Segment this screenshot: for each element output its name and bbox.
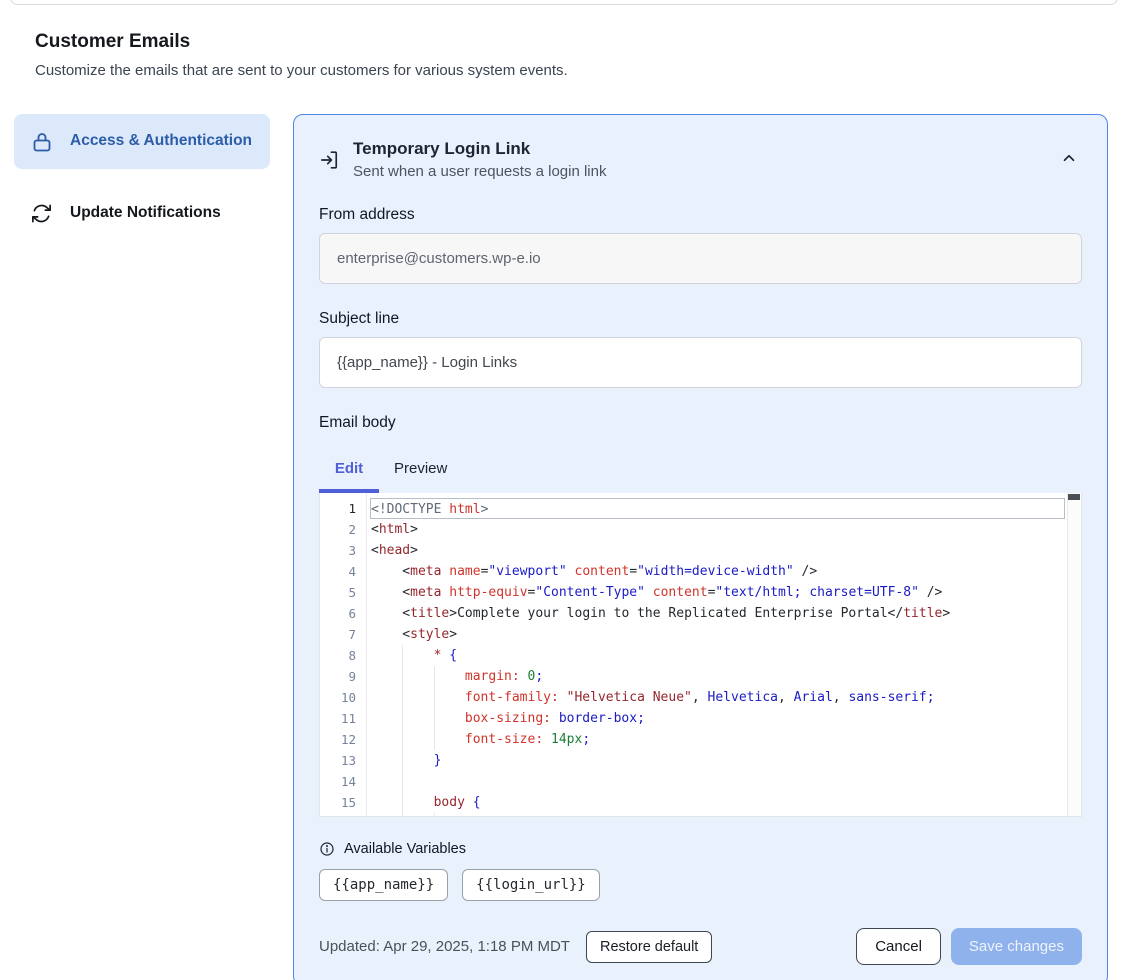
variable-chip[interactable]: {{app_name}}	[319, 869, 448, 901]
from-address-input	[319, 233, 1082, 284]
line-number: 4	[320, 561, 366, 582]
line-number: 8	[320, 645, 366, 666]
sidebar-item-update-notifications[interactable]: Update Notifications	[14, 186, 270, 241]
line-number: 13	[320, 750, 366, 771]
sidebar-item-access-authentication[interactable]: Access & Authentication	[14, 114, 270, 169]
save-changes-button[interactable]: Save changes	[951, 928, 1082, 965]
line-number: 7	[320, 624, 366, 645]
subject-line-label: Subject line	[319, 310, 1082, 328]
code-line: body {	[371, 792, 1065, 813]
restore-default-button[interactable]: Restore default	[586, 931, 712, 963]
line-number: 1	[320, 498, 366, 519]
code-line: margin: 0;	[371, 666, 1065, 687]
code-line: font-family: "Helvetica Neue", Helvetica…	[371, 687, 1065, 708]
email-settings-panel: Temporary Login Link Sent when a user re…	[293, 114, 1108, 980]
code-line: * {	[371, 645, 1065, 666]
page-title: Customer Emails	[35, 31, 1128, 53]
line-number: 2	[320, 519, 366, 540]
line-number: 15	[320, 792, 366, 813]
panel-title: Temporary Login Link	[353, 139, 1044, 159]
subject-line-input[interactable]	[319, 337, 1082, 388]
editor-scrollbar[interactable]	[1067, 493, 1081, 816]
cancel-button[interactable]: Cancel	[856, 928, 941, 965]
code-line: <style>	[371, 624, 1065, 645]
line-number: 6	[320, 603, 366, 624]
line-number: 11	[320, 708, 366, 729]
sidebar: Access & Authentication Update Notificati…	[14, 114, 270, 241]
sidebar-item-label: Access & Authentication	[70, 129, 252, 153]
code-line: }	[371, 750, 1065, 771]
code-line: <meta http-equiv="Content-Type" content=…	[371, 582, 1065, 603]
panel-subtitle: Sent when a user requests a login link	[353, 163, 1044, 180]
chevron-up-icon	[1060, 155, 1078, 170]
content-area: Access & Authentication Update Notificati…	[0, 114, 1128, 980]
code-line: background-color: #f6f6f6;	[371, 813, 1065, 816]
updated-timestamp: Updated: Apr 29, 2025, 1:18 PM MDT	[319, 938, 570, 955]
lock-icon	[30, 130, 54, 154]
editor-scrollbar-thumb[interactable]	[1068, 494, 1080, 500]
code-line: <title>Complete your login to the Replic…	[371, 603, 1065, 624]
code-line	[371, 771, 1065, 792]
code-line: <head>	[371, 540, 1065, 561]
available-variables-label: Available Variables	[344, 841, 466, 857]
code-editor[interactable]: 12345678910111213141516 <!DOCTYPE html><…	[319, 493, 1082, 817]
editor-tabs: EditPreview	[319, 450, 1082, 493]
previous-card-bottom-edge	[10, 0, 1118, 5]
panel-header-text: Temporary Login Link Sent when a user re…	[353, 139, 1044, 180]
panel-header: Temporary Login Link Sent when a user re…	[319, 139, 1082, 180]
code-line: <!DOCTYPE html>	[370, 498, 1065, 519]
tab-edit[interactable]: Edit	[319, 450, 379, 493]
line-number: 9	[320, 666, 366, 687]
login-icon	[319, 149, 341, 171]
refresh-icon	[30, 202, 54, 226]
variable-chips: {{app_name}} {{login_url}}	[319, 869, 1082, 901]
tab-preview[interactable]: Preview	[379, 450, 462, 493]
code-line: font-size: 14px;	[371, 729, 1065, 750]
code-line: <meta name="viewport" content="width=dev…	[371, 561, 1065, 582]
code-line: box-sizing: border-box;	[371, 708, 1065, 729]
code-line: <html>	[371, 519, 1065, 540]
from-address-label: From address	[319, 206, 1082, 224]
sidebar-item-label: Update Notifications	[70, 201, 221, 225]
line-number: 16	[320, 813, 366, 817]
collapse-button[interactable]	[1056, 145, 1082, 174]
line-number: 5	[320, 582, 366, 603]
panel-footer: Updated: Apr 29, 2025, 1:18 PM MDT Resto…	[319, 928, 1082, 965]
variable-chip[interactable]: {{login_url}}	[462, 869, 600, 901]
line-number: 12	[320, 729, 366, 750]
available-variables-header: Available Variables	[319, 841, 1082, 857]
line-number: 14	[320, 771, 366, 792]
editor-gutter: 12345678910111213141516	[320, 493, 367, 816]
line-number: 10	[320, 687, 366, 708]
editor-code[interactable]: <!DOCTYPE html><html><head> <meta name="…	[367, 493, 1081, 816]
email-body-label: Email body	[319, 414, 1082, 432]
info-icon	[319, 841, 335, 857]
page-description: Customize the emails that are sent to yo…	[35, 62, 1128, 79]
line-number: 3	[320, 540, 366, 561]
